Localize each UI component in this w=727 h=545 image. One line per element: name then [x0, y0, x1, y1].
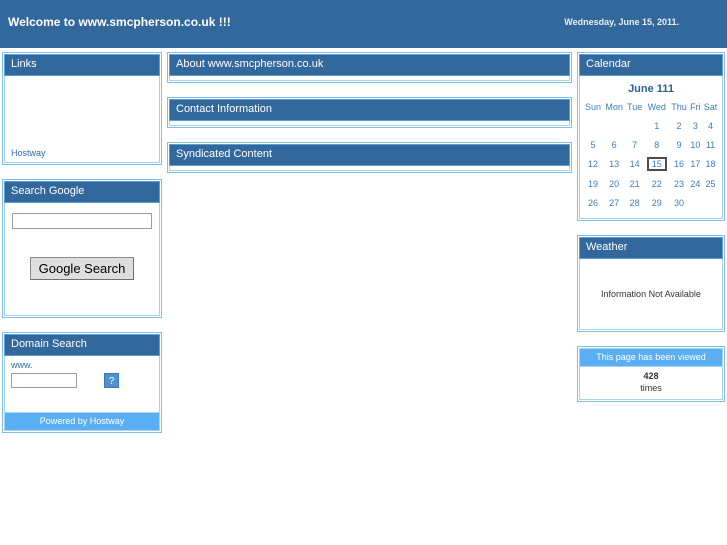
- page-content: Links Hostway Search Google Google Searc…: [0, 48, 727, 545]
- calendar-week-row: 5 6 7 8 9 10 11: [583, 135, 719, 154]
- calendar-day[interactable]: 16: [669, 154, 688, 174]
- calendar-day[interactable]: 3: [689, 116, 702, 135]
- page-banner: Welcome to www.smcpherson.co.uk !!! Wedn…: [0, 0, 727, 48]
- syndicated-content-panel-title: Syndicated Content: [169, 144, 570, 166]
- google-search-panel: Search Google Google Search: [2, 179, 162, 318]
- calendar-day[interactable]: 18: [702, 154, 719, 174]
- calendar-day-empty: [702, 193, 719, 212]
- center-column: About www.smcpherson.co.uk Contact Infor…: [167, 52, 572, 187]
- domain-search-panel-body: www. ?: [4, 356, 160, 413]
- link-hostway[interactable]: Hostway: [11, 148, 46, 158]
- page-view-counter-panel: This page has been viewed 428 times: [577, 346, 725, 402]
- calendar-panel-title: Calendar: [579, 54, 723, 76]
- calendar-week-row: 1234: [583, 116, 719, 135]
- page-view-counter-title: This page has been viewed: [579, 348, 723, 367]
- calendar-day-empty: [583, 116, 603, 135]
- calendar-panel-body: June 111 Sun Mon Tue Wed Thu Fri Sat 123456789…: [579, 76, 723, 219]
- calendar-day[interactable]: 9: [669, 135, 688, 154]
- calendar-week-row: 19 20 21 22 23 24 25: [583, 174, 719, 193]
- page-view-count: 428: [643, 371, 659, 381]
- google-search-button[interactable]: Google Search: [29, 257, 135, 280]
- calendar-panel: Calendar June 111 Sun Mon Tue Wed Thu Fri Sat …: [577, 52, 725, 221]
- calendar-day[interactable]: 8: [644, 135, 669, 154]
- calendar-day[interactable]: 5: [583, 135, 603, 154]
- calendar-month-label: June 111: [628, 83, 674, 95]
- domain-search-panel: Domain Search www. ? Powered by Hostway: [2, 332, 162, 433]
- page-view-counter-body: 428 times: [579, 367, 723, 400]
- contact-information-panel: Contact Information: [167, 97, 572, 128]
- calendar-day[interactable]: 22: [644, 174, 669, 193]
- domain-search-input[interactable]: [11, 373, 77, 388]
- calendar-day[interactable]: 21: [625, 174, 644, 193]
- contact-information-panel-title: Contact Information: [169, 99, 570, 121]
- calendar-day[interactable]: 24: [689, 174, 702, 193]
- calendar-day[interactable]: 26: [583, 193, 603, 212]
- calendar-day[interactable]: 11: [702, 135, 719, 154]
- calendar-day[interactable]: 28: [625, 193, 644, 212]
- calendar-day[interactable]: 1: [644, 116, 669, 135]
- links-list: Hostway: [11, 148, 46, 158]
- calendar-day-empty: [689, 193, 702, 212]
- calendar-week-row: 12 13 14 15 16 17 18: [583, 154, 719, 174]
- calendar-day[interactable]: 13: [603, 154, 625, 174]
- weather-panel-body: Information Not Available: [579, 259, 723, 330]
- banner-title: Welcome to www.smcpherson.co.uk !!!: [8, 15, 231, 29]
- about-panel: About www.smcpherson.co.uk: [167, 52, 572, 83]
- calendar-week-row: 26 27 28 29 30: [583, 193, 719, 212]
- calendar-day[interactable]: 6: [603, 135, 625, 154]
- links-panel: Links Hostway: [2, 52, 162, 165]
- calendar-day[interactable]: 17: [689, 154, 702, 174]
- weather-message: Information Not Available: [601, 289, 701, 299]
- right-column: Calendar June 111 Sun Mon Tue Wed Thu Fri Sat …: [577, 52, 725, 402]
- domain-search-panel-title: Domain Search: [4, 334, 160, 356]
- calendar-day-empty: [625, 116, 644, 135]
- google-search-input[interactable]: [12, 213, 152, 229]
- contact-information-panel-body: [169, 121, 570, 126]
- links-panel-title: Links: [4, 54, 160, 76]
- calendar-day[interactable]: 30: [669, 193, 688, 212]
- calendar-day[interactable]: 4: [702, 116, 719, 135]
- calendar-day[interactable]: 27: [603, 193, 625, 212]
- calendar-day-header: Mon: [605, 102, 623, 112]
- calendar-day-empty: [603, 116, 625, 135]
- calendar-day[interactable]: 19: [583, 174, 603, 193]
- broken-image-icon[interactable]: ?: [104, 373, 119, 388]
- weather-panel: Weather Information Not Available: [577, 235, 725, 332]
- calendar-day-header-row: Sun Mon Tue Wed Thu Fri Sat: [583, 100, 719, 116]
- calendar-day-header: Thu: [671, 102, 687, 112]
- left-column: Links Hostway Search Google Google Searc…: [2, 52, 162, 447]
- calendar-day[interactable]: 14: [625, 154, 644, 174]
- calendar-day[interactable]: 10: [689, 135, 702, 154]
- calendar-day-header: Wed: [647, 102, 666, 112]
- google-search-panel-body: Google Search: [4, 203, 160, 316]
- powered-by-hostway-label: Powered by Hostway: [4, 413, 160, 431]
- calendar-day-header: Sat: [703, 102, 718, 112]
- calendar-day[interactable]: 29: [644, 193, 669, 212]
- calendar-day-header: Fri: [690, 102, 701, 112]
- domain-prefix-label: www.: [11, 360, 33, 370]
- links-panel-body: Hostway: [4, 76, 160, 163]
- about-panel-body: [169, 76, 570, 81]
- calendar-day-header: Sun: [585, 102, 602, 112]
- calendar-day[interactable]: 20: [603, 174, 625, 193]
- calendar-table: Sun Mon Tue Wed Thu Fri Sat 1 2 3 4 5 6 7 8 9 10 11 12 13 1…: [583, 100, 719, 212]
- banner-date: Wednesday, June 15, 2011.: [564, 17, 679, 27]
- calendar-day[interactable]: 25: [702, 174, 719, 193]
- calendar-day-today[interactable]: 15: [644, 154, 669, 174]
- about-panel-title: About www.smcpherson.co.uk: [169, 54, 570, 76]
- calendar-day[interactable]: 23: [669, 174, 688, 193]
- syndicated-content-panel-body: [169, 166, 570, 171]
- page-view-count-unit: times: [640, 383, 662, 393]
- calendar-day[interactable]: 7: [625, 135, 644, 154]
- domain-search-row: ?: [11, 373, 153, 388]
- calendar-day[interactable]: 2: [669, 116, 688, 135]
- google-search-panel-title: Search Google: [4, 181, 160, 203]
- weather-panel-title: Weather: [579, 237, 723, 259]
- calendar-day-header: Tue: [627, 102, 643, 112]
- calendar-day[interactable]: 12: [583, 154, 603, 174]
- syndicated-content-panel: Syndicated Content: [167, 142, 572, 173]
